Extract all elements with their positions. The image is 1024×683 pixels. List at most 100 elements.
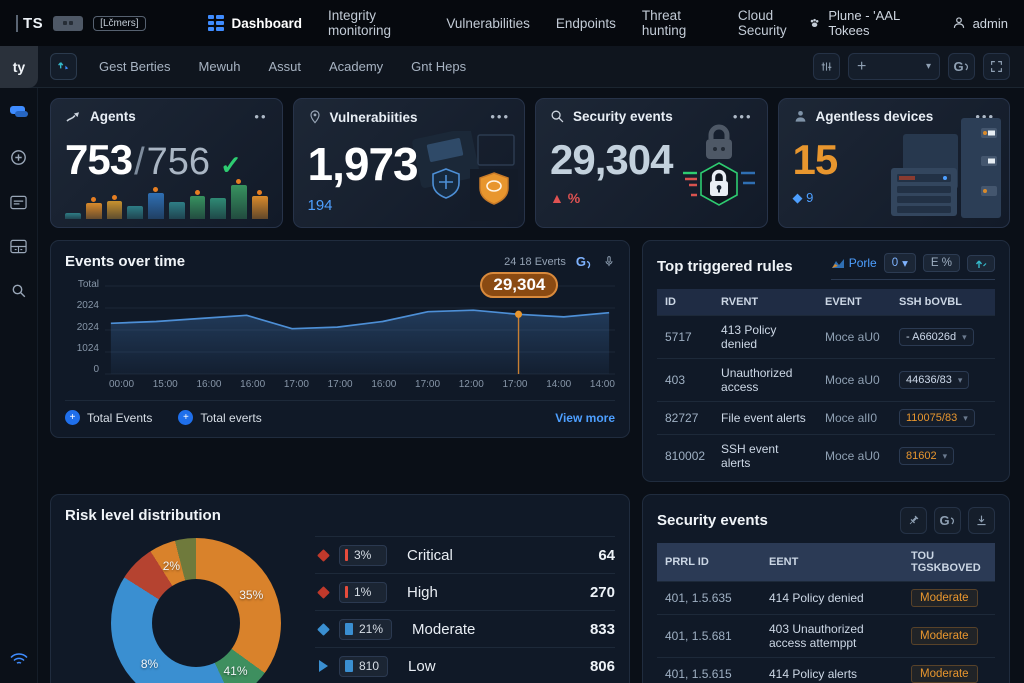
rules-table: ID RVENT EVENT SSH bOVBL 5717413 Policy … (657, 289, 995, 477)
events-over-time-panel: Events over time 24 18 Everts G 29,304 T… (50, 240, 630, 438)
nav-item-vulnerabilities[interactable]: Vulnerabilities (446, 16, 530, 31)
toolbar-link-4[interactable]: Gnt Heps (411, 59, 466, 74)
panel-title: Top triggered rules (657, 258, 793, 275)
bar-dot (153, 187, 158, 192)
add-filter-select[interactable]: + ▾ (848, 53, 940, 80)
search-icon[interactable] (11, 283, 27, 304)
table-row[interactable]: 401, 1.5.635414 Policy denied Moderate (657, 582, 995, 615)
rule-badge-dropdown[interactable]: - A66026d▾ (899, 328, 974, 346)
top-triggered-rules-panel: Top triggered rules Porle 0▾ E % ID (642, 240, 1010, 482)
agent-bar (169, 202, 185, 219)
list-item[interactable]: 1% High 270 (315, 573, 615, 610)
toolbar-link-0[interactable]: Gest Berties (99, 59, 171, 74)
vulnerabilities-card[interactable]: Vulnerabiities ••• 1,973 194 (293, 98, 526, 228)
agentless-devices-count: 15 (793, 136, 838, 184)
bar-dot (112, 195, 117, 200)
add-circle-icon[interactable] (10, 149, 27, 171)
left-sidebar (0, 88, 38, 683)
table-row[interactable]: 401, 1.5.681403 Unauthorized access atte… (657, 615, 995, 658)
risk-legend: 3% Critical 64 1% High 270 21% (315, 536, 615, 683)
donut-segment-label: 8% (141, 657, 158, 671)
vulnerabilities-sub-count: 194 (308, 197, 511, 214)
security-events-card[interactable]: Security events ••• 29,304 ▲ % (535, 98, 768, 228)
list-item[interactable]: 21% Moderate 833 (315, 610, 615, 647)
rule-badge-dropdown[interactable]: 110075/83▾ (899, 409, 975, 427)
logo-badge: [Lčmers] (93, 16, 145, 31)
toolbar-link-3[interactable]: Academy (329, 59, 383, 74)
events-view-more-link[interactable]: View more (555, 411, 615, 425)
legend-total-events-1[interactable]: + Total Events (65, 410, 152, 425)
legend-dot-icon: + (178, 410, 193, 425)
reports-icon[interactable] (9, 104, 29, 125)
filters-button[interactable] (813, 53, 840, 80)
chevron-down-icon: ▾ (902, 256, 908, 270)
rules-count-select[interactable]: 0▾ (884, 253, 916, 273)
nav-item-integrity-monitoring[interactable]: Integrity monitoring (328, 8, 420, 38)
top-navigation-bar: TS [Lčmers] Dashboard Integrity monitori… (0, 0, 1024, 46)
nav-item-cloud-security[interactable]: Cloud Security (738, 8, 809, 38)
rules-series-control[interactable]: Porle (831, 256, 877, 270)
panel-title: Events over time (65, 253, 185, 270)
panel-title: Security events (657, 512, 768, 529)
agentless-devices-card[interactable]: Agentless devices ••• 15 ◆ 9 (778, 98, 1011, 228)
pin-button[interactable] (900, 507, 927, 534)
agent-bar (127, 206, 143, 219)
agent-bar (107, 201, 123, 219)
table-row[interactable]: 401, 1.5.615414 Policy alerts Moderate (657, 658, 995, 683)
apps-grid-icon[interactable] (10, 239, 27, 259)
fullscreen-button[interactable] (983, 53, 1010, 80)
events-refresh-button[interactable]: G (576, 254, 593, 269)
document-icon[interactable] (10, 195, 27, 215)
microphone-icon[interactable] (603, 254, 615, 269)
list-item[interactable]: 810 Low 806 (315, 647, 615, 683)
sidebar-logo[interactable]: ty (0, 46, 38, 88)
card-title: Vulnerabiities (330, 110, 418, 125)
sliders-icon (820, 60, 833, 73)
card-title: Agents (90, 109, 136, 124)
triangle-icon (315, 660, 331, 672)
agent-bar (86, 203, 102, 219)
agents-card[interactable]: Agents •• 753 / 756 ✓ (50, 98, 283, 228)
wifi-icon[interactable] (9, 651, 29, 671)
vulnerabilities-count: 1,973 (308, 137, 418, 191)
quick-actions-button[interactable] (50, 53, 77, 80)
nav-item-endpoints[interactable]: Endpoints (556, 16, 616, 31)
download-button[interactable] (968, 507, 995, 534)
status-badge: Moderate (911, 665, 978, 683)
card-menu-button[interactable]: •• (254, 114, 267, 120)
nav-item-threat-hunting[interactable]: Threat hunting (642, 8, 712, 38)
rules-sort-button[interactable] (967, 255, 995, 272)
rule-badge-dropdown[interactable]: 44636/83▾ (899, 371, 969, 389)
agent-bar (190, 196, 206, 219)
table-row[interactable]: 810002SSH event alertsMoce aU0 81602▾ (657, 435, 995, 478)
rule-badge-dropdown[interactable]: 81602▾ (899, 447, 954, 465)
x-tick-label: 16:00 (240, 379, 265, 390)
table-row[interactable]: 403Unauthorized accessMoce aU0 44636/83▾ (657, 359, 995, 402)
y-tick-label: Total (78, 280, 99, 290)
list-item[interactable]: 3% Critical 64 (315, 536, 615, 573)
toolbar-link-2[interactable]: Assut (268, 59, 301, 74)
nav-item-dashboard[interactable]: Dashboard (208, 15, 303, 31)
table-row[interactable]: 5717413 Policy deniedMoce aU0 - A66026d▾ (657, 316, 995, 359)
x-tick-label: 14:00 (590, 379, 615, 390)
rules-percent-button[interactable]: E % (923, 254, 960, 272)
card-menu-button[interactable]: ••• (490, 114, 510, 120)
bar-dot (257, 190, 262, 195)
brand-cluster: TS [Lčmers] (16, 15, 146, 32)
x-tick-label: 17:00 (284, 379, 309, 390)
toolbar-link-1[interactable]: Mewuh (199, 59, 241, 74)
refresh-button[interactable]: G (948, 53, 975, 80)
risk-percent-badge: 810 (339, 656, 388, 677)
status-badge: Moderate (911, 627, 978, 645)
table-row[interactable]: 82727File event alertsMoce alI0 110075/8… (657, 402, 995, 435)
refresh-arrow-icon (950, 517, 956, 525)
card-menu-button[interactable]: ••• (733, 114, 753, 120)
main-content: Agents •• 753 / 756 ✓ Vulnerabiities •••… (38, 88, 1024, 683)
expand-icon (990, 60, 1003, 73)
api-tokens-menu[interactable]: Plune - 'AAL Tokees (808, 8, 927, 38)
user-menu[interactable]: admin (952, 16, 1008, 31)
refresh-button[interactable]: G (934, 507, 961, 534)
legend-total-events-2[interactable]: + Total everts (178, 410, 261, 425)
agent-bar (148, 193, 164, 219)
search-icon (550, 109, 565, 124)
